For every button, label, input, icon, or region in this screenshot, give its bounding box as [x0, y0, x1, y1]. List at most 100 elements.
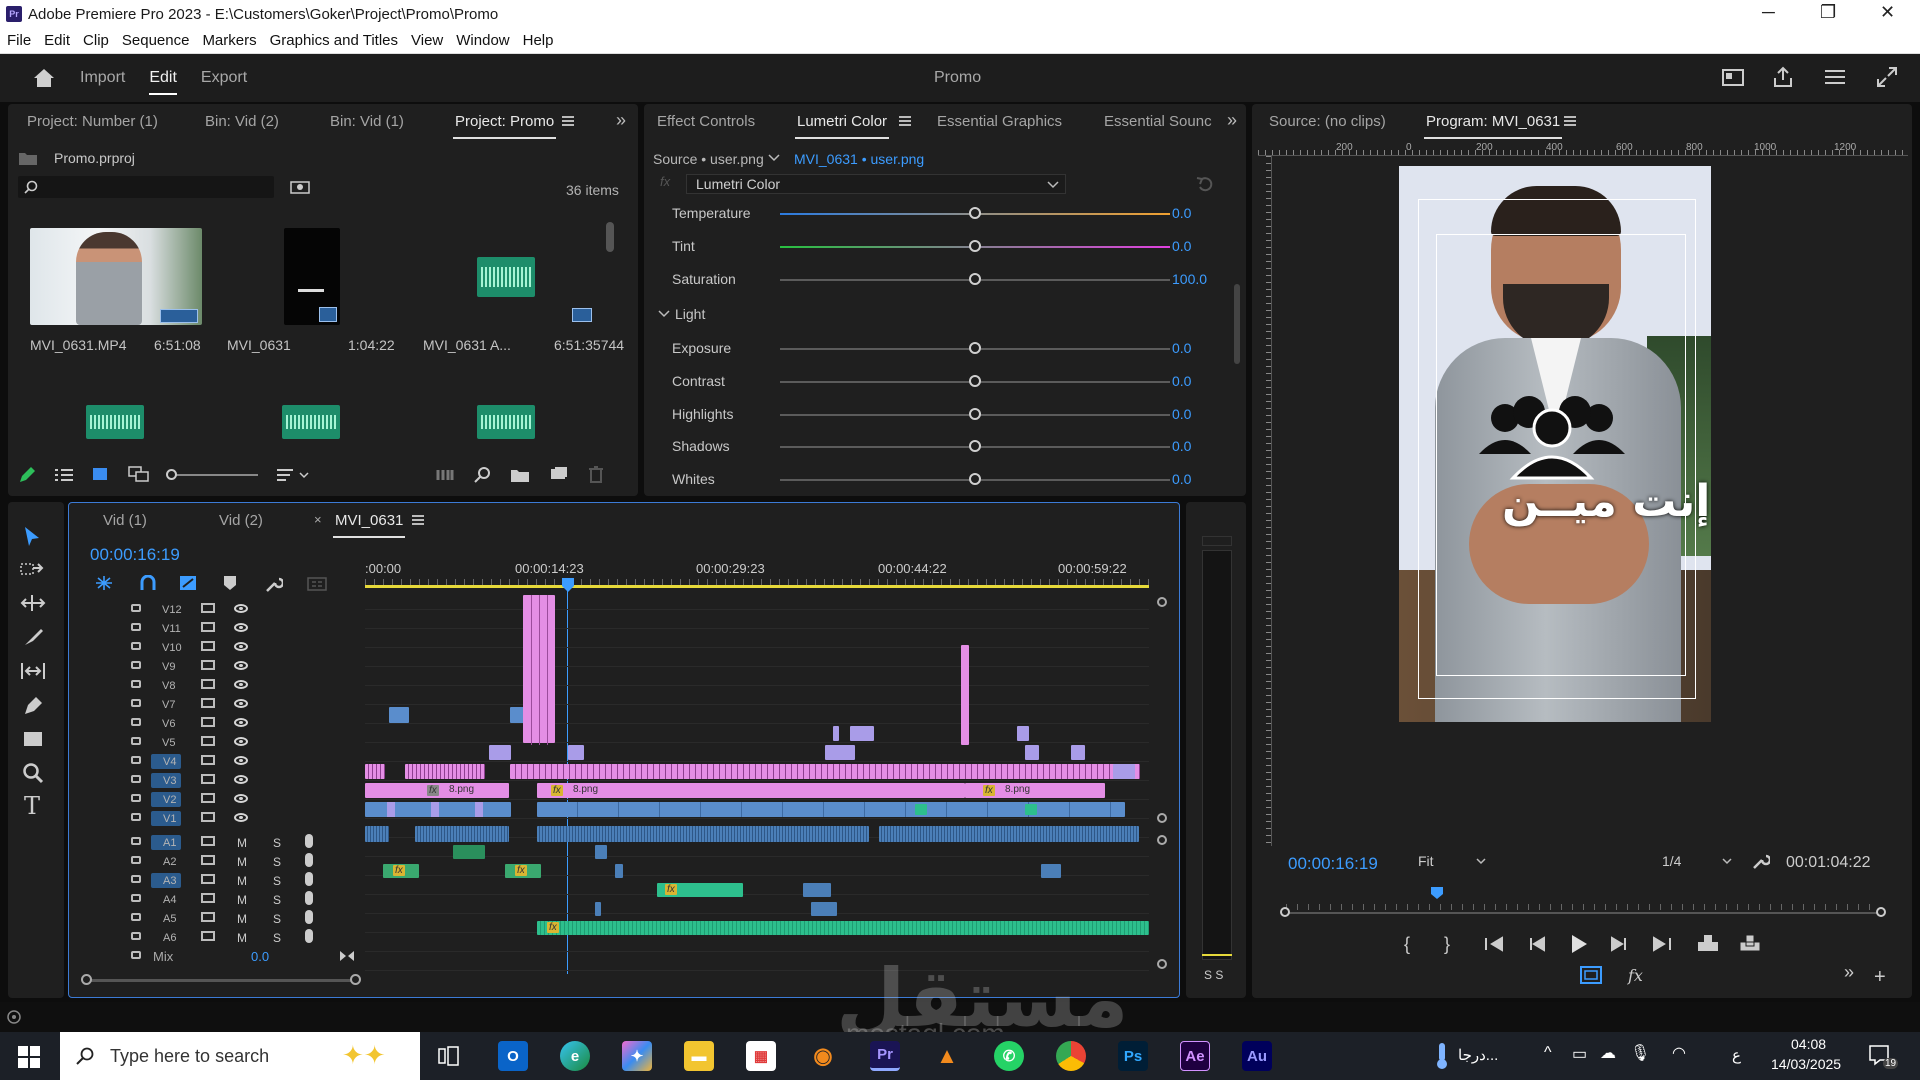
program-scrubber[interactable]: [1280, 904, 1886, 917]
clip[interactable]: [389, 707, 409, 723]
audio-waveform-icon[interactable]: [477, 405, 535, 439]
razor-tool-icon[interactable]: [22, 626, 44, 648]
store-icon[interactable]: ▦: [746, 1041, 776, 1071]
clip-label[interactable]: MVI_0631 • user.png: [794, 151, 924, 167]
mark-in-icon[interactable]: {: [1404, 934, 1410, 955]
new-item-icon[interactable]: [550, 466, 568, 482]
lock-icon[interactable]: [131, 756, 141, 764]
clip-8-png[interactable]: fx 8.png: [365, 783, 509, 798]
go-to-out-icon[interactable]: [1652, 936, 1672, 952]
menu-view[interactable]: View: [411, 32, 443, 49]
pen-tool-icon[interactable]: [22, 694, 44, 716]
clip[interactable]: [405, 764, 485, 779]
sync-lock-icon[interactable]: [201, 660, 215, 670]
row-value[interactable]: 0.0: [1172, 471, 1191, 487]
row-value[interactable]: 0.0: [1172, 406, 1191, 422]
slider-knob[interactable]: [969, 408, 981, 420]
weather-icon[interactable]: [1434, 1042, 1450, 1070]
list-view-icon[interactable]: [54, 468, 74, 482]
audition-icon[interactable]: Au: [1242, 1041, 1272, 1071]
tab-essential-sound[interactable]: Essential Sounc: [1104, 113, 1212, 130]
minimize-icon[interactable]: ─: [1762, 2, 1775, 23]
scroll-handle[interactable]: [1157, 597, 1167, 607]
audio-clip[interactable]: [415, 826, 509, 842]
clip[interactable]: [365, 764, 385, 779]
audio-clip[interactable]: [595, 845, 607, 859]
edge-icon[interactable]: e: [560, 1041, 590, 1071]
solo-button[interactable]: S: [273, 855, 281, 869]
menu-file[interactable]: File: [7, 32, 31, 49]
step-forward-icon[interactable]: [1610, 936, 1628, 952]
clip[interactable]: [961, 645, 969, 745]
eye-icon[interactable]: [234, 756, 248, 765]
slider-knob[interactable]: [969, 473, 981, 485]
tab-essential-graphics[interactable]: Essential Graphics: [937, 113, 1062, 130]
lock-icon[interactable]: [131, 932, 141, 940]
solo-button[interactable]: S: [273, 931, 281, 945]
mix-value[interactable]: 0.0: [251, 949, 269, 964]
mic-icon[interactable]: [305, 853, 313, 867]
lock-icon[interactable]: [131, 642, 141, 650]
work-area-bar[interactable]: [365, 585, 1149, 588]
menu-sequence[interactable]: Sequence: [122, 32, 190, 49]
lock-icon[interactable]: [131, 737, 141, 745]
tab-effect-controls[interactable]: Effect Controls: [657, 113, 755, 130]
eye-icon[interactable]: [234, 718, 248, 727]
wifi-icon[interactable]: ◠: [1672, 1043, 1686, 1063]
mic-icon[interactable]: [305, 929, 313, 943]
clip[interactable]: [850, 726, 874, 741]
premiere-icon[interactable]: Pr: [870, 1041, 900, 1071]
row-value[interactable]: 0.0: [1172, 238, 1191, 254]
zoom-slider[interactable]: [166, 469, 258, 480]
mute-button[interactable]: M: [237, 893, 247, 907]
panel-menu-icon[interactable]: [899, 116, 911, 126]
solo-button[interactable]: S: [273, 893, 281, 907]
lock-icon[interactable]: [131, 837, 141, 845]
type-tool-icon[interactable]: T: [24, 792, 40, 820]
slider-knob[interactable]: [969, 240, 981, 252]
mix-pan-icon[interactable]: [339, 950, 355, 962]
weather-text[interactable]: درجا...: [1458, 1046, 1498, 1064]
tab-project-number[interactable]: Project: Number (1): [27, 113, 158, 130]
zoom-tool-icon[interactable]: [22, 762, 44, 784]
sort-icons-icon[interactable]: [276, 468, 310, 482]
program-timecode[interactable]: 00:00:16:19: [1288, 854, 1378, 874]
lock-icon[interactable]: [131, 856, 141, 864]
lock-icon[interactable]: [131, 813, 141, 821]
slider-knob[interactable]: [969, 440, 981, 452]
background-render-icon[interactable]: [6, 1010, 22, 1024]
clip[interactable]: [510, 764, 1140, 779]
solo-button[interactable]: S: [273, 912, 281, 926]
audio-clip[interactable]: [537, 826, 869, 842]
scrollbar-thumb[interactable]: [1234, 284, 1240, 364]
eye-icon[interactable]: [234, 680, 248, 689]
slider-knob[interactable]: [969, 207, 981, 219]
lock-icon[interactable]: [131, 794, 141, 802]
go-to-in-icon[interactable]: [1484, 936, 1504, 952]
chevron-down-icon[interactable]: [768, 154, 780, 162]
tab-project-promo[interactable]: Project: Promo: [452, 113, 557, 139]
eye-icon[interactable]: [234, 813, 248, 822]
menu-clip[interactable]: Clip: [83, 32, 109, 49]
row-value[interactable]: 0.0: [1172, 438, 1191, 454]
clip[interactable]: [1113, 764, 1135, 779]
lock-icon[interactable]: [131, 661, 141, 669]
clip[interactable]: [365, 802, 511, 817]
track-select-tool-icon[interactable]: [20, 560, 44, 578]
eye-icon[interactable]: [234, 775, 248, 784]
sync-lock-icon[interactable]: [201, 793, 215, 803]
sync-lock-icon[interactable]: [201, 912, 215, 922]
menu-graphics[interactable]: Graphics and Titles: [270, 32, 398, 49]
fullscreen-icon[interactable]: [1876, 66, 1898, 88]
tab-export[interactable]: Export: [201, 69, 247, 87]
sync-lock-icon[interactable]: [201, 622, 215, 632]
audio-clip[interactable]: [811, 902, 837, 916]
taskbar-search[interactable]: Type here to search ✦✦: [60, 1032, 420, 1080]
rectangle-tool-icon[interactable]: [22, 730, 44, 748]
row-value[interactable]: 0.0: [1172, 205, 1191, 221]
lock-icon[interactable]: [131, 604, 141, 612]
mic-icon[interactable]: [305, 891, 313, 905]
scroll-handle[interactable]: [1157, 959, 1167, 969]
lock-icon[interactable]: [131, 913, 141, 921]
whatsapp-icon[interactable]: ✆: [994, 1041, 1024, 1071]
